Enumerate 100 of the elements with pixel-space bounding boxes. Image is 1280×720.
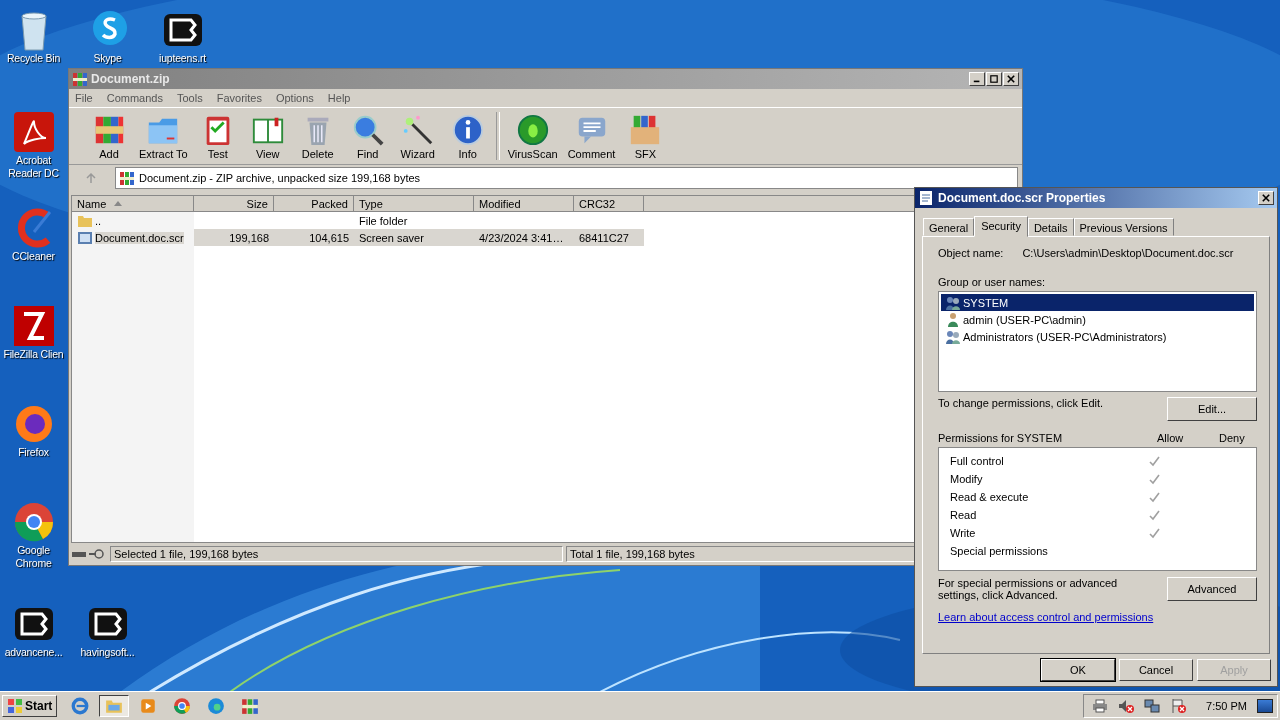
toolbar-button[interactable]: VirusScan xyxy=(503,113,562,160)
toolbar-button[interactable]: Comment xyxy=(563,113,620,160)
network-icon[interactable] xyxy=(1144,698,1161,714)
up-arrow-icon xyxy=(85,172,97,184)
icon-label[interactable]: advancene... xyxy=(4,646,63,659)
start-button[interactable]: Start xyxy=(2,695,58,717)
object-path: C:\Users\admin\Desktop\Document.doc.scr xyxy=(1022,247,1234,259)
help-link[interactable]: Learn about access control and permissions xyxy=(938,611,1263,623)
icon-label[interactable]: havingsoft... xyxy=(80,646,135,659)
toolbar-button[interactable]: Info xyxy=(443,113,492,160)
check-icon xyxy=(1148,473,1160,485)
check-icon xyxy=(1148,509,1160,521)
toolbar-button[interactable]: View xyxy=(243,113,292,160)
column-header[interactable]: Type xyxy=(354,196,474,212)
table-cell: 4/23/2024 3:41… xyxy=(479,231,564,244)
menu-item[interactable]: File xyxy=(75,92,93,104)
info-icon xyxy=(450,113,485,147)
icon-label[interactable]: FileZilla Clien xyxy=(3,348,64,361)
toolbar-button[interactable]: Wizard xyxy=(393,113,442,160)
close-icon xyxy=(1007,75,1015,83)
browser-icon xyxy=(71,697,90,715)
bug-icon xyxy=(515,113,550,147)
toolbar-button[interactable]: SFX xyxy=(621,113,670,160)
dialog-button[interactable]: Cancel xyxy=(1119,659,1193,681)
table-cell: File folder xyxy=(359,214,408,227)
drive-icon xyxy=(71,548,107,560)
maximize-button[interactable] xyxy=(986,72,1002,86)
icon-label[interactable]: iupteens.rt xyxy=(159,52,206,65)
check-icon xyxy=(1148,455,1160,467)
file-row[interactable]: .. File folder xyxy=(72,212,644,229)
browser-icon xyxy=(173,697,192,715)
toolbar-button[interactable]: Test xyxy=(193,113,242,160)
dialog-button[interactable]: OK xyxy=(1041,659,1115,681)
column-header: Deny xyxy=(1219,432,1246,444)
section-label: Permissions for SYSTEM xyxy=(938,432,1064,444)
advanced-button[interactable]: Advanced xyxy=(1167,577,1257,601)
close-button[interactable] xyxy=(1003,72,1019,86)
icon-label[interactable]: Firefox xyxy=(18,446,49,459)
muted-speaker-icon[interactable] xyxy=(1118,698,1135,714)
archive-icon xyxy=(241,697,260,715)
table-cell: Screen saver xyxy=(359,231,424,244)
icon-label[interactable]: Recycle Bin xyxy=(6,52,61,65)
toolbar-button[interactable]: Delete xyxy=(293,113,342,160)
column-header[interactable]: Name xyxy=(72,196,194,212)
hint-text: For special permissions or advanced settings, click Advanced. xyxy=(938,577,1119,601)
windows-logo-icon xyxy=(7,698,23,714)
menu-item[interactable]: Favorites xyxy=(216,92,262,104)
permission-name: Modify xyxy=(950,473,984,485)
clock[interactable]: 7:50 PM xyxy=(1206,700,1247,712)
users-icon xyxy=(945,328,961,345)
menu-item[interactable]: Help xyxy=(327,92,351,104)
sort-arrow-icon xyxy=(114,201,123,206)
tab[interactable]: Security xyxy=(974,216,1028,237)
toolbar-button[interactable]: Extract To xyxy=(135,113,192,160)
column-header[interactable]: Size xyxy=(194,196,274,212)
file-icon xyxy=(918,190,934,206)
field-label: Object name: xyxy=(938,247,1004,259)
icon-label[interactable]: CCleaner xyxy=(12,250,55,263)
taskbar-app-icon[interactable] xyxy=(99,695,130,717)
minimize-button[interactable] xyxy=(969,72,985,86)
app-icon[interactable] xyxy=(11,110,56,154)
check-icon xyxy=(1148,527,1160,539)
menu-item[interactable]: Tools xyxy=(177,92,203,104)
tab[interactable]: Details xyxy=(1027,218,1074,236)
icon-label[interactable]: Skype xyxy=(93,52,122,65)
flag-icon[interactable] xyxy=(1170,698,1187,714)
edit-button[interactable]: Edit... xyxy=(1167,397,1257,421)
icon-label[interactable]: Google Chrome xyxy=(0,544,67,570)
column-header[interactable]: Modified xyxy=(474,196,574,212)
window-title: Document.zip xyxy=(91,72,171,86)
show-desktop-button[interactable] xyxy=(1257,699,1273,713)
close-button[interactable] xyxy=(1258,191,1274,205)
menu-item[interactable]: Commands xyxy=(106,92,163,104)
archive-icon xyxy=(119,170,135,186)
permission-name: Read & execute xyxy=(950,491,1030,503)
table-cell: 68411C27 xyxy=(579,231,629,244)
folder-icon xyxy=(105,697,124,715)
status-text: Selected 1 file, 199,168 bytes xyxy=(110,546,563,562)
check-icon xyxy=(1148,491,1160,503)
app-icon[interactable] xyxy=(11,304,56,348)
address-field[interactable]: Document.zip - ZIP archive, unpacked size 199,168 bytes xyxy=(115,167,1018,189)
column-header[interactable]: CRC32 xyxy=(574,196,644,212)
user-item[interactable]: admin (USER-PC\admin) xyxy=(941,311,1254,328)
table-cell: .. xyxy=(95,214,102,227)
user-item[interactable]: SYSTEM xyxy=(941,294,1254,311)
column-header[interactable]: Packed xyxy=(274,196,354,212)
permission-name: Read xyxy=(950,509,978,521)
printer-icon[interactable] xyxy=(1092,698,1109,714)
menu-item[interactable]: Options xyxy=(275,92,314,104)
window-title: Document.doc.scr Properties xyxy=(938,191,1107,205)
tab[interactable]: General xyxy=(923,218,975,236)
permission-name: Write xyxy=(950,527,977,539)
icon-label[interactable]: Acrobat Reader DC xyxy=(0,154,67,180)
toolbar-button[interactable]: Find xyxy=(343,113,392,160)
toolbar-button[interactable]: Add xyxy=(85,113,133,160)
tab[interactable]: Previous Versions xyxy=(1073,218,1174,236)
table-cell: 104,615 xyxy=(309,231,349,244)
file-row[interactable]: Document.doc.scr 199,168 104,615 Screen saver 4/23/2024 3:41… 68411C27 xyxy=(72,229,644,246)
column-header: Allow xyxy=(1157,432,1185,444)
user-item[interactable]: Administrators (USER-PC\Administrators) xyxy=(941,328,1254,345)
